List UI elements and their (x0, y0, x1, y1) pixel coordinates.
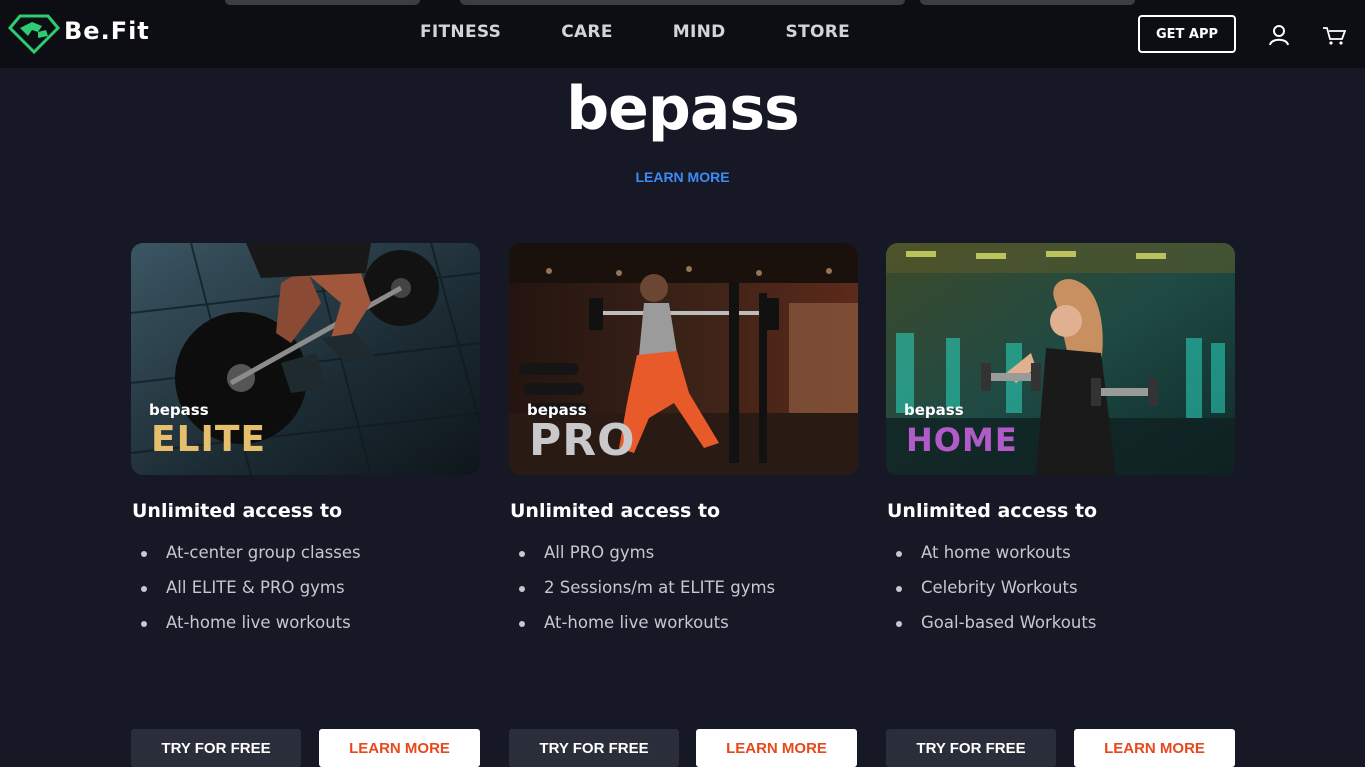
feature-item: 2 Sessions/m at ELITE gyms (509, 578, 775, 613)
bullet-dot (519, 551, 525, 557)
plan-tier-label: HOME (906, 421, 1018, 459)
logo-diamond-icon (8, 14, 60, 55)
plan-tier-label: ELITE (151, 419, 267, 460)
carousel-edge (225, 0, 420, 5)
nav-fitness[interactable]: FITNESS (420, 22, 501, 42)
brand-name: Be.Fit (64, 17, 150, 45)
plan-brand-label: bepass (149, 401, 209, 419)
bullet-dot (896, 621, 902, 627)
learn-more-button[interactable]: LEARN MORE (1074, 729, 1235, 767)
main-nav: FITNESS CARE MIND STORE (420, 22, 910, 42)
feature-text: Goal-based Workouts (921, 613, 1097, 632)
feature-text: All ELITE & PRO gyms (166, 578, 345, 597)
plan-image-home[interactable]: bepass HOME (886, 243, 1235, 475)
user-icon[interactable] (1266, 22, 1292, 48)
plan-card-home: bepass HOME Unlimited access to At home … (886, 243, 1235, 632)
bullet-dot (141, 621, 147, 627)
feature-text: At-center group classes (166, 543, 361, 562)
try-for-free-button[interactable]: TRY FOR FREE (131, 729, 301, 767)
try-for-free-button[interactable]: TRY FOR FREE (509, 729, 679, 767)
feature-list: At-center group classes All ELITE & PRO … (131, 543, 361, 648)
plan-image-pro[interactable]: bepass PRO (509, 243, 858, 475)
feature-text: At-home live workouts (544, 613, 729, 632)
learn-more-button[interactable]: LEARN MORE (696, 729, 857, 767)
bullet-dot (519, 621, 525, 627)
plan-card-pro: bepass PRO Unlimited access to All PRO g… (509, 243, 858, 632)
get-app-button[interactable]: GET APP (1138, 15, 1236, 53)
plan-brand-label: bepass (904, 401, 964, 419)
plan-image-elite[interactable]: bepass ELITE (131, 243, 480, 475)
feature-text: At-home live workouts (166, 613, 351, 632)
feature-text: All PRO gyms (544, 543, 655, 562)
carousel-edge (920, 0, 1135, 5)
bullet-dot (141, 586, 147, 592)
feature-item: At home workouts (886, 543, 1096, 578)
plan-card-elite: bepass ELITE Unlimited access to At-cent… (131, 243, 480, 632)
cart-icon[interactable] (1321, 22, 1347, 48)
feature-text: Celebrity Workouts (921, 578, 1078, 597)
plan-tier-label: PRO (529, 415, 636, 466)
feature-item: At-home live workouts (131, 613, 361, 648)
try-for-free-button[interactable]: TRY FOR FREE (886, 729, 1056, 767)
plan-heading: Unlimited access to (510, 500, 721, 522)
feature-item: All PRO gyms (509, 543, 775, 578)
carousel-edge (460, 0, 905, 5)
learn-more-button[interactable]: LEARN MORE (319, 729, 480, 767)
top-navbar: Be.Fit FITNESS CARE MIND STORE GET APP (0, 0, 1365, 68)
plan-heading: Unlimited access to (887, 500, 1098, 522)
feature-list: At home workouts Celebrity Workouts Goal… (886, 543, 1096, 648)
feature-list: All PRO gyms 2 Sessions/m at ELITE gyms … (509, 543, 775, 648)
brand-logo[interactable]: Be.Fit (8, 12, 150, 56)
feature-item: Celebrity Workouts (886, 578, 1096, 613)
plan-heading: Unlimited access to (132, 500, 343, 522)
hero-learn-more-link[interactable]: LEARN MORE (0, 169, 1365, 185)
feature-text: 2 Sessions/m at ELITE gyms (544, 578, 776, 597)
feature-text: At home workouts (921, 543, 1071, 562)
nav-care[interactable]: CARE (561, 22, 613, 42)
feature-item: At-center group classes (131, 543, 361, 578)
feature-item: All ELITE & PRO gyms (131, 578, 361, 613)
bullet-dot (519, 586, 525, 592)
page-title: bepass (566, 74, 800, 144)
feature-item: Goal-based Workouts (886, 613, 1096, 648)
feature-item: At-home live workouts (509, 613, 775, 648)
bullet-dot (141, 551, 147, 557)
nav-store[interactable]: STORE (786, 22, 851, 42)
bullet-dot (896, 551, 902, 557)
nav-mind[interactable]: MIND (673, 22, 726, 42)
bullet-dot (896, 586, 902, 592)
